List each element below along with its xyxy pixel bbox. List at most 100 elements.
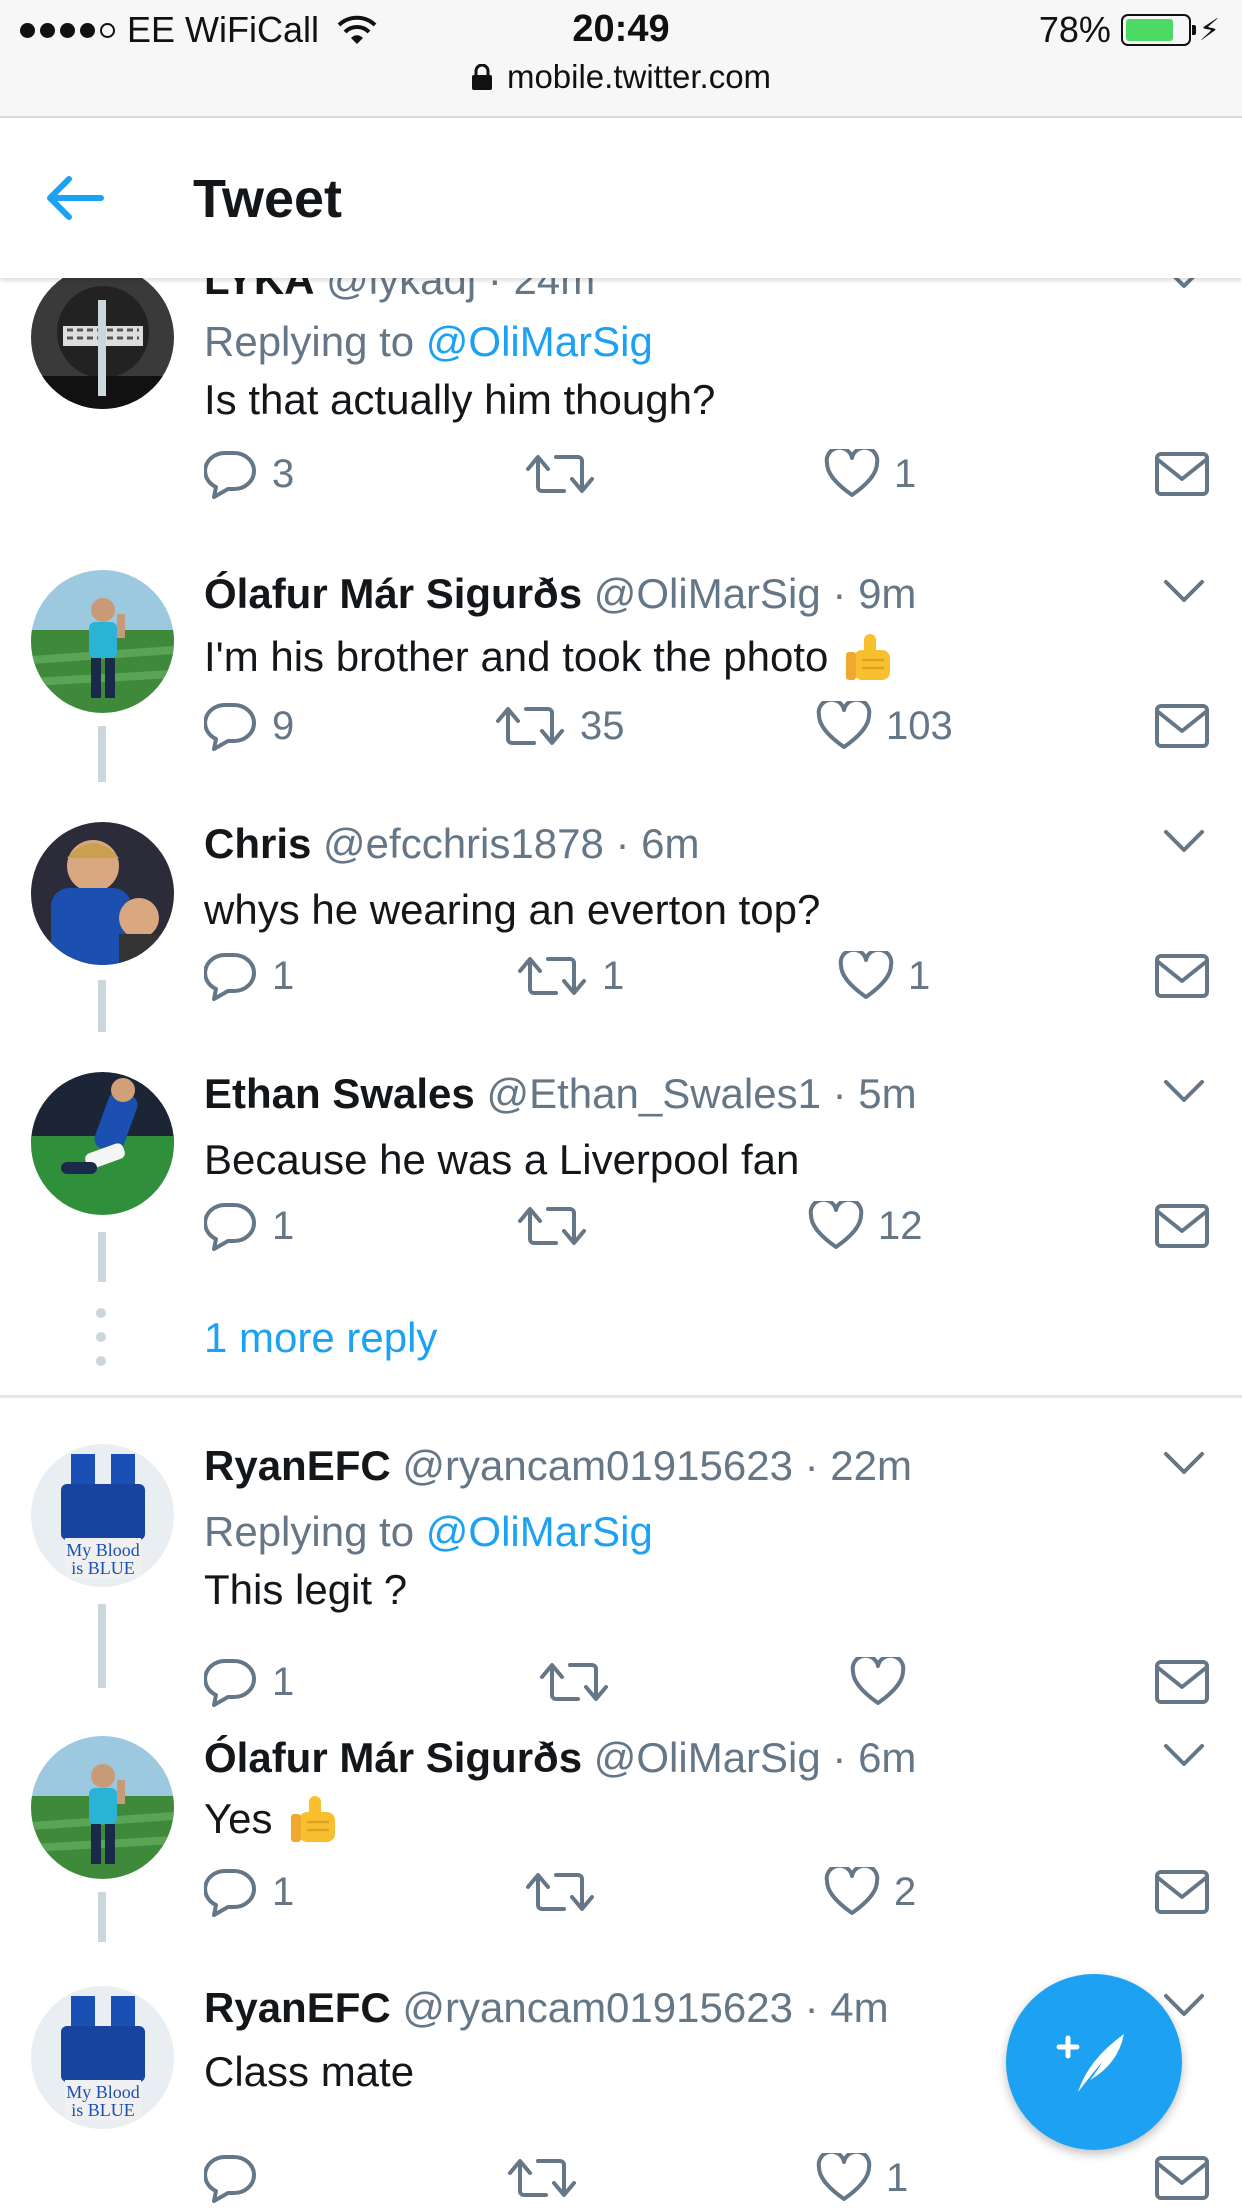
- dm-button[interactable]: [1154, 1862, 1210, 1922]
- display-name[interactable]: Ólafur Már Sigurðs: [204, 1734, 582, 1781]
- display-name[interactable]: RyanEFC: [204, 1442, 391, 1489]
- like-button[interactable]: 1: [824, 444, 916, 504]
- mention-link[interactable]: @OliMarSig: [426, 318, 653, 365]
- timestamp[interactable]: · 22m: [805, 1442, 912, 1489]
- user-handle[interactable]: @ryancam01915623: [402, 1984, 793, 2031]
- chevron-down-icon[interactable]: [1162, 278, 1206, 292]
- avatar-image: My Blood is BLUE: [31, 1986, 174, 2129]
- address-bar[interactable]: mobile.twitter.com: [0, 58, 1242, 96]
- avatar-image: [31, 570, 174, 713]
- like-button[interactable]: 2: [824, 1862, 916, 1922]
- display-name[interactable]: Chris: [204, 820, 311, 867]
- chevron-down-icon[interactable]: [1162, 576, 1206, 606]
- avatar-image: [31, 1072, 174, 1215]
- tweet-header: LYKA @lykadj · 24m: [204, 278, 595, 304]
- avatar[interactable]: My Blood is BLUE: [31, 1986, 174, 2129]
- dm-button[interactable]: [1154, 1196, 1210, 1256]
- heart-icon: [824, 1867, 880, 1917]
- retweet-button[interactable]: [524, 444, 610, 504]
- dm-button[interactable]: [1154, 696, 1210, 756]
- more-replies-link[interactable]: 1 more reply: [204, 1314, 437, 1362]
- retweet-button[interactable]: 35: [494, 696, 625, 756]
- like-button[interactable]: 1: [816, 2148, 908, 2208]
- chevron-down-icon[interactable]: [1162, 826, 1206, 856]
- timestamp[interactable]: · 24m: [488, 278, 595, 303]
- reply-button[interactable]: 1: [204, 1196, 294, 1256]
- tweet-actions: 1: [204, 2148, 1214, 2208]
- like-button[interactable]: [850, 1652, 920, 1712]
- avatar-text: My Blood: [66, 1540, 140, 1560]
- retweet-icon: [516, 1201, 588, 1251]
- avatar[interactable]: [31, 570, 174, 713]
- user-handle[interactable]: @ryancam01915623: [402, 1442, 793, 1489]
- dm-button[interactable]: [1154, 2148, 1210, 2208]
- user-handle[interactable]: @OliMarSig: [594, 570, 821, 617]
- retweet-icon: [516, 951, 588, 1001]
- reply-button[interactable]: 1: [204, 1652, 294, 1712]
- compose-tweet-button[interactable]: [1006, 1974, 1182, 2150]
- chevron-down-icon[interactable]: [1162, 1448, 1206, 1478]
- timestamp[interactable]: · 5m: [833, 1070, 917, 1117]
- chevron-down-icon[interactable]: [1162, 1740, 1206, 1770]
- envelope-icon: [1154, 703, 1210, 749]
- reply-button[interactable]: 9: [204, 696, 294, 756]
- tweet-header: RyanEFC @ryancam01915623 · 4m: [204, 1984, 889, 2032]
- tweet-header: Ólafur Már Sigurðs @OliMarSig · 9m: [204, 570, 916, 618]
- avatar[interactable]: [31, 1736, 174, 1879]
- avatar-text: My Blood: [66, 2082, 140, 2102]
- timestamp[interactable]: · 6m: [832, 1734, 916, 1781]
- envelope-icon: [1154, 1659, 1210, 1705]
- tweet-actions: 1 2: [204, 1862, 1214, 1922]
- mention-link[interactable]: @OliMarSig: [426, 1508, 653, 1555]
- reply-button[interactable]: 3: [204, 444, 294, 504]
- retweet-button[interactable]: [516, 1196, 602, 1256]
- avatar[interactable]: My Blood is BLUE: [31, 1444, 174, 1587]
- retweet-icon: [524, 449, 596, 499]
- conversation-divider: [0, 1395, 1242, 1398]
- user-handle[interactable]: @lykadj: [326, 278, 476, 303]
- display-name[interactable]: LYKA: [204, 278, 314, 303]
- timestamp[interactable]: · 9m: [832, 570, 916, 617]
- thread-line: [98, 980, 106, 1032]
- tweet-feed[interactable]: LYKA @lykadj · 24m Replying to @OliMarSi…: [0, 278, 1242, 2208]
- tweet-text: Yes: [204, 1792, 339, 1846]
- reply-button[interactable]: 1: [204, 946, 294, 1006]
- replying-to: Replying to @OliMarSig: [204, 1508, 653, 1555]
- like-button[interactable]: 1: [838, 946, 930, 1006]
- dm-button[interactable]: [1154, 946, 1210, 1006]
- heart-icon: [808, 1201, 864, 1251]
- avatar[interactable]: [31, 822, 174, 965]
- display-name[interactable]: Ólafur Már Sigurðs: [204, 570, 582, 617]
- page-title: Tweet: [193, 169, 343, 229]
- reply-button[interactable]: 1: [204, 1862, 294, 1922]
- display-name[interactable]: RyanEFC: [204, 1984, 391, 2031]
- back-button[interactable]: [40, 170, 110, 226]
- envelope-icon: [1154, 2155, 1210, 2201]
- avatar[interactable]: [31, 1072, 174, 1215]
- retweet-button[interactable]: [538, 1652, 624, 1712]
- chevron-down-icon[interactable]: [1162, 1076, 1206, 1106]
- retweet-button[interactable]: [524, 1862, 610, 1922]
- like-button[interactable]: 103: [816, 696, 953, 756]
- display-name[interactable]: Ethan Swales: [204, 1070, 475, 1117]
- user-handle[interactable]: @OliMarSig: [594, 1734, 821, 1781]
- timestamp[interactable]: · 4m: [805, 1984, 889, 2031]
- tweet-text: I'm his brother and took the photo: [204, 630, 894, 684]
- tweet-text: Is that actually him though?: [204, 376, 716, 423]
- retweet-button[interactable]: [506, 2148, 592, 2208]
- tweet-actions: 3 1: [204, 444, 1214, 504]
- timestamp[interactable]: · 6m: [615, 820, 699, 867]
- avatar-image: [31, 1736, 174, 1879]
- dm-button[interactable]: [1154, 444, 1210, 504]
- more-replies-dots: [96, 1308, 108, 1380]
- like-button[interactable]: 12: [808, 1196, 923, 1256]
- reply-button[interactable]: [204, 2148, 272, 2208]
- user-handle[interactable]: @Ethan_Swales1: [486, 1070, 821, 1117]
- user-handle[interactable]: @efcchris1878: [323, 820, 604, 867]
- dm-button[interactable]: [1154, 1652, 1210, 1712]
- thread-line: [98, 1604, 106, 1688]
- heart-icon: [816, 701, 872, 751]
- tweet-lyka[interactable]: LYKA @lykadj · 24m Replying to @OliMarSi…: [0, 278, 1242, 462]
- avatar-image: [31, 822, 174, 965]
- retweet-button[interactable]: 1: [516, 946, 624, 1006]
